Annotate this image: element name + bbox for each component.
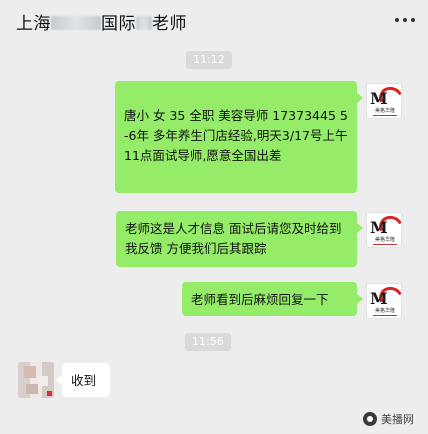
timestamp: 11:12 bbox=[186, 51, 232, 69]
message-text: 老师这是人才信息 面试后请您及时给到我反馈 方便我们后其跟踪 bbox=[125, 221, 342, 256]
message-bubble-sent[interactable]: 唐小 女 35 全职 美容导师 17373445 5-6年 多年养生门店经验,明… bbox=[115, 81, 363, 193]
sender-avatar[interactable]: M 美格华隆 bbox=[366, 212, 402, 248]
timestamp: 11:56 bbox=[185, 333, 231, 351]
message-text: 唐小 女 35 全职 美容导师 17373445 5-6年 多年养生门店经验,明… bbox=[124, 108, 348, 163]
message-text: 收到 bbox=[71, 373, 97, 388]
message-bubble-received[interactable]: 收到 bbox=[56, 363, 110, 397]
sender-avatar[interactable]: M 美格华隆 bbox=[366, 83, 402, 119]
sender-avatar[interactable]: M 美格华隆 bbox=[366, 283, 402, 319]
watermark-logo-icon bbox=[363, 412, 377, 426]
chat-header: 上海 国际 老师 bbox=[0, 0, 428, 44]
redacted-blur bbox=[136, 16, 152, 30]
redacted-blur bbox=[51, 16, 101, 30]
contact-avatar[interactable] bbox=[18, 362, 54, 398]
message-bubble-sent[interactable]: 老师看到后麻烦回复一下 bbox=[182, 282, 363, 316]
more-dots-icon[interactable] bbox=[395, 18, 415, 24]
watermark: 美播网 bbox=[363, 410, 414, 428]
message-text: 老师看到后麻烦回复一下 bbox=[191, 292, 329, 307]
chat-title: 上海 国际 老师 bbox=[16, 14, 187, 34]
message-bubble-sent[interactable]: 老师这是人才信息 面试后请您及时给到我反馈 方便我们后其跟踪 bbox=[116, 211, 363, 267]
